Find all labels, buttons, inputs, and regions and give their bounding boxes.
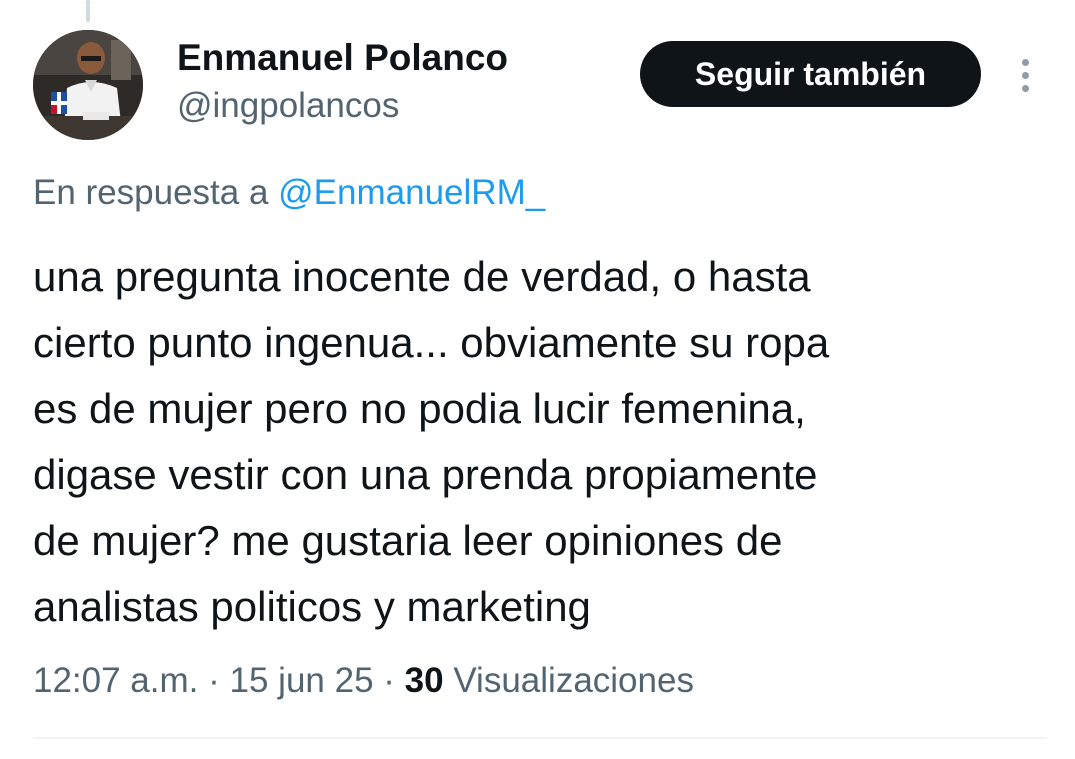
views-count[interactable]: 30 xyxy=(405,661,444,700)
tweet-text-line: digase vestir con una prenda propiamente xyxy=(33,451,818,498)
tweet-text-line: una pregunta inocente de verdad, o hasta xyxy=(33,253,811,300)
author-handle[interactable]: @ingpolancos xyxy=(177,84,508,128)
tweet-time[interactable]: 12:07 a.m. xyxy=(33,661,198,700)
profile-photo xyxy=(33,30,143,140)
avatar[interactable] xyxy=(33,30,143,140)
more-dot xyxy=(1021,71,1029,79)
tweet-text-line: analistas politicos y marketing xyxy=(33,583,591,630)
more-dot xyxy=(1021,84,1029,92)
meta-separator: · xyxy=(208,661,220,700)
tweet-meta: 12:07 a.m. · 15 jun 25 · 30 Visualizacio… xyxy=(33,657,694,705)
meta-separator: · xyxy=(383,661,395,700)
more-vertical-icon[interactable] xyxy=(1008,52,1042,98)
tweet-text: una pregunta inocente de verdad, o hasta… xyxy=(33,244,1043,640)
tweet-text-line: es de mujer pero no podia lucir femenina… xyxy=(33,385,806,432)
author-info[interactable]: Enmanuel Polanco @ingpolancos xyxy=(177,36,508,128)
tweet-text-line: cierto punto ingenua... obviamente su ro… xyxy=(33,319,830,366)
thread-connector-line xyxy=(86,0,90,22)
author-display-name[interactable]: Enmanuel Polanco xyxy=(177,36,508,80)
reply-prefix: En respuesta a xyxy=(33,173,279,212)
reply-mention-link[interactable]: @EnmanuelRM_ xyxy=(278,173,545,212)
divider xyxy=(33,737,1047,739)
more-dot xyxy=(1021,58,1029,66)
reply-context: En respuesta a @EnmanuelRM_ xyxy=(33,170,545,216)
tweet-date[interactable]: 15 jun 25 xyxy=(230,661,374,700)
views-label[interactable]: Visualizaciones xyxy=(453,661,694,700)
tweet-text-line: de mujer? me gustaria leer opiniones de xyxy=(33,517,783,564)
follow-button[interactable]: Seguir también xyxy=(640,41,981,107)
